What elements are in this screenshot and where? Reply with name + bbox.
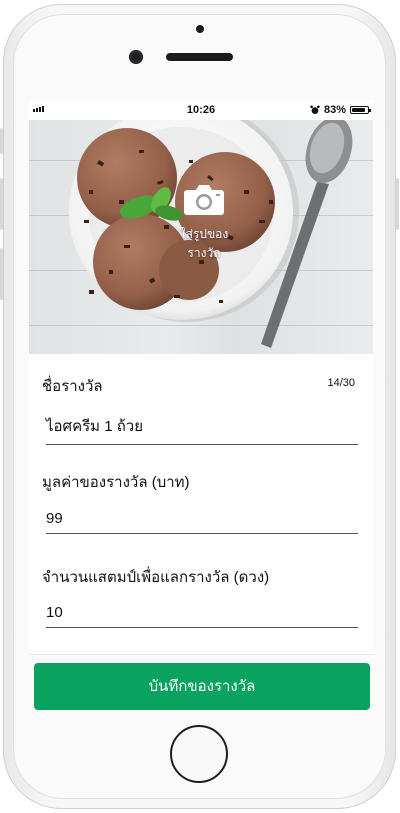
battery-percent: 83% [323,104,346,116]
reward-name-input[interactable]: ไอศครีม 1 ถ้วย [46,414,358,445]
save-reward-button[interactable]: บันทึกของรางวัล [34,663,370,710]
reward-photo-upload[interactable]: ใส่รูปของรางวัล [29,120,373,354]
alarm-icon [310,105,320,114]
battery-icon [350,106,371,114]
status-bar: 10:26 83% [29,100,373,120]
upload-photo-overlay[interactable]: ใส่รูปของรางวัล [164,182,244,263]
reward-value-input[interactable]: 99 [46,510,358,534]
volume-down-button [0,248,3,300]
reward-name-counter: 14/30 [327,377,355,389]
front-camera [129,50,143,64]
power-button [396,178,399,230]
stamp-count-input[interactable]: 10 [46,604,358,628]
reward-value-title: มูลค่าของรางวัล (บาท) [42,474,190,491]
screen: 10:26 83% ใส่รูปของรางวัล ชื่อรางวัล 14/… [29,100,373,712]
reward-form: ชื่อรางวัล 14/30 ไอศครีม 1 ถ้วย มูลค่าขอ… [29,354,373,654]
proximity-sensor [196,25,204,33]
mute-switch [0,128,3,154]
reward-name-title: ชื่อรางวัล [42,378,103,395]
volume-up-button [0,178,3,230]
footer-bar: บันทึกของรางวัล [29,654,373,712]
stamp-count-title: จำนวนแสตมป์เพื่อแลกรางวัล (ดวง) [42,569,270,586]
camera-icon[interactable] [183,182,225,216]
earpiece-speaker [166,53,233,61]
status-right: 83% [310,104,371,116]
upload-photo-label: ใส่รูปของรางวัล [179,227,229,260]
home-button[interactable] [170,725,228,783]
